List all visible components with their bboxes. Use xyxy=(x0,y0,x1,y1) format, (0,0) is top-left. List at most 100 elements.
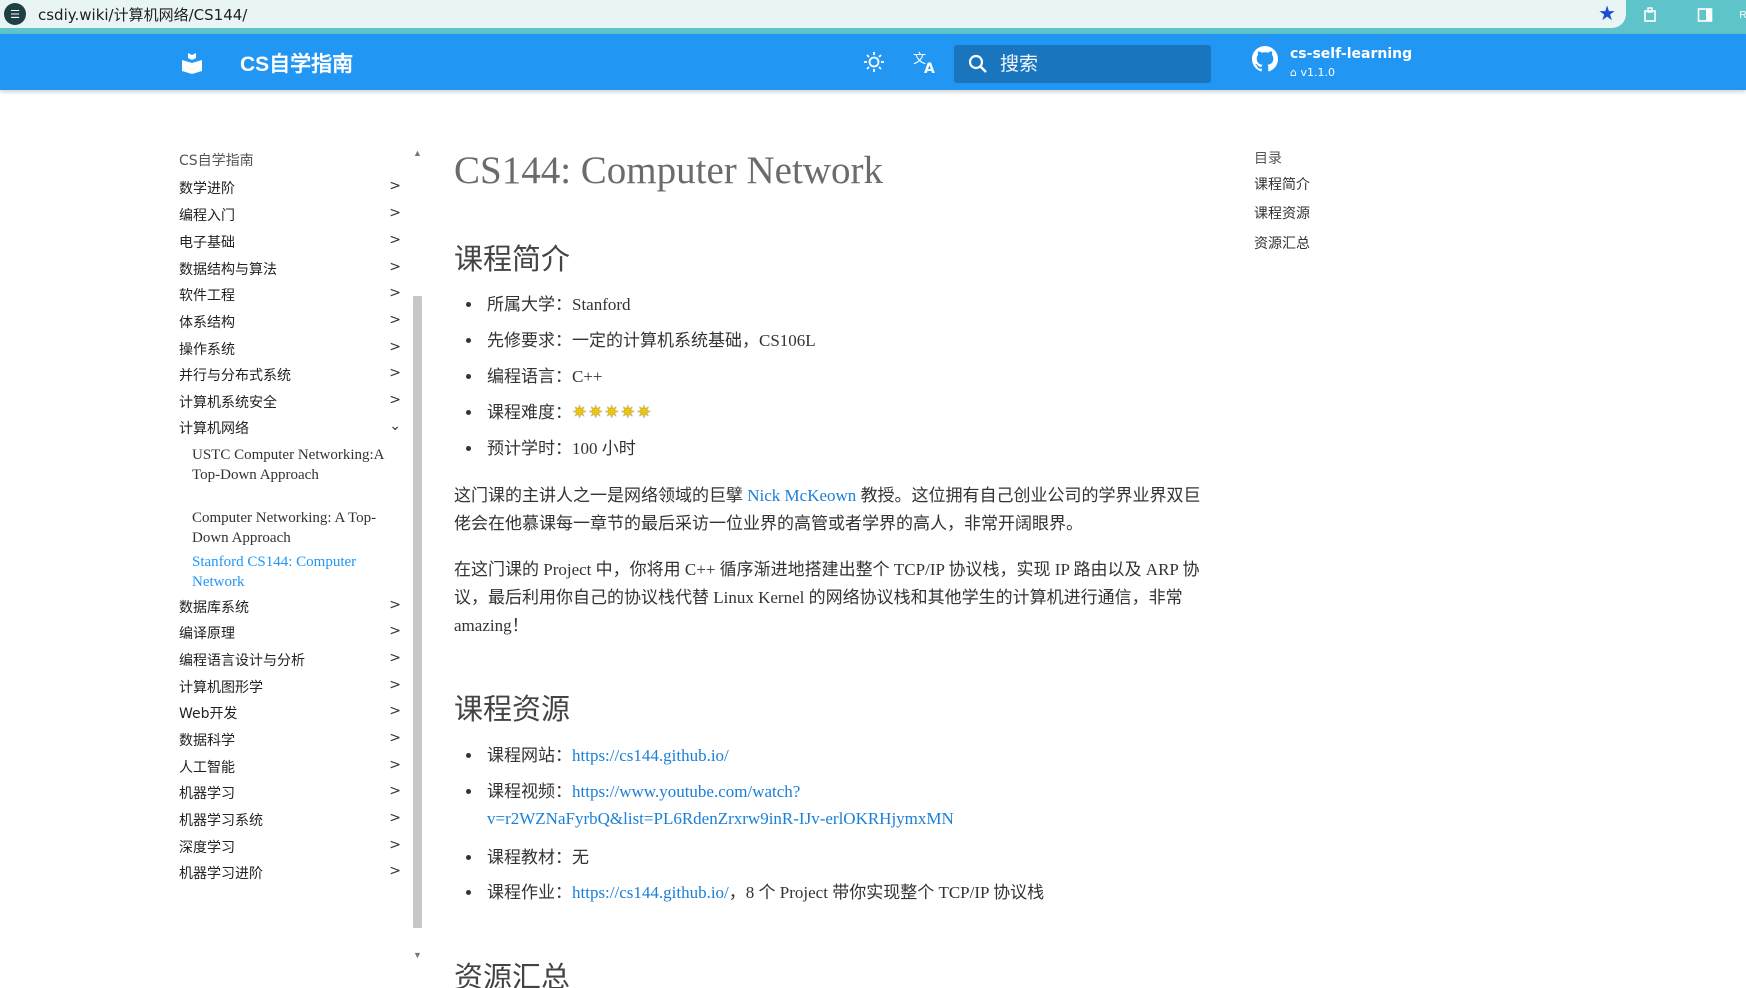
site-title[interactable]: CS自学指南 xyxy=(240,48,353,78)
chevron-right-icon: > xyxy=(389,677,401,693)
address-bar[interactable]: ☰ csdiy.wiki/计算机网络/CS144/ ★ xyxy=(0,0,1626,28)
sidebar-item-algorithms[interactable]: 数据结构与算法 > xyxy=(179,259,401,283)
profile-avatar[interactable]: R xyxy=(1732,4,1746,26)
chevron-right-icon: > xyxy=(389,863,401,879)
sidebar-item-programming[interactable]: 编程入门 > xyxy=(179,205,401,229)
nick-mckeown-link[interactable]: Nick McKeown xyxy=(747,486,856,505)
sidebar-item-label: 数学进阶 xyxy=(179,181,235,197)
translate-icon[interactable]: 文A xyxy=(912,48,940,76)
sidebar-item-ml-advanced[interactable]: 机器学习进阶 > xyxy=(179,863,401,887)
sidepanel-icon[interactable] xyxy=(1694,4,1716,26)
toc-title: 目录 xyxy=(1254,151,1282,167)
sidebar-item-label: 编程入门 xyxy=(179,208,235,224)
video-link-line2[interactable]: v=r2WZNaFyrbQ&list=PL6RdenZrxrw9inR-IJv-… xyxy=(487,809,954,828)
sidebar-item-deep-learning[interactable]: 深度学习 > xyxy=(179,837,401,861)
sidebar-item-os[interactable]: 操作系统 > xyxy=(179,339,401,363)
sidebar-item-architecture[interactable]: 体系结构 > xyxy=(179,312,401,336)
toc-item-resources[interactable]: 课程资源 xyxy=(1254,203,1310,223)
list-item-university: 所属大学：Stanford xyxy=(466,287,631,322)
chevron-right-icon: > xyxy=(389,757,401,773)
sidebar-item-label: 计算机系统安全 xyxy=(179,395,277,411)
sidebar-item-security[interactable]: 计算机系统安全 > xyxy=(179,392,401,416)
sidebar-item-electronics[interactable]: 电子基础 > xyxy=(179,232,401,256)
sidebar-item-networking[interactable]: 计算机网络 ⌄ xyxy=(179,418,401,442)
sidebar-subitem-ustc[interactable]: USTC Computer Networking:A Top-Down Appr… xyxy=(192,445,392,485)
sidebar-item-math[interactable]: 数学进阶 > xyxy=(179,178,401,202)
chevron-right-icon: > xyxy=(389,178,401,194)
sidebar-item-label: 机器学习进阶 xyxy=(179,866,263,882)
toc-item-summary[interactable]: 资源汇总 xyxy=(1254,233,1310,253)
video-link[interactable]: https://www.youtube.com/watch? xyxy=(572,782,800,801)
chevron-right-icon: > xyxy=(389,312,401,328)
sidebar-item-pl[interactable]: 编程语言设计与分析 > xyxy=(179,650,401,674)
book-logo-icon[interactable] xyxy=(180,51,204,75)
chevron-right-icon: > xyxy=(389,339,401,355)
search-box[interactable] xyxy=(954,45,1211,83)
chevron-right-icon: > xyxy=(389,285,401,301)
sidebar-item-label: Web开发 xyxy=(179,706,238,722)
website-label: 课程网站： xyxy=(487,746,572,765)
sidebar-item-software-eng[interactable]: 软件工程 > xyxy=(179,285,401,309)
list-item-website: 课程网站：https://cs144.github.io/ xyxy=(466,738,729,773)
sidebar-item-ml[interactable]: 机器学习 > xyxy=(179,783,401,807)
chevron-right-icon: > xyxy=(389,232,401,248)
sidebar-item-ai[interactable]: 人工智能 > xyxy=(179,757,401,781)
difficulty-stars-icon: ✷✷✷✷✷ xyxy=(572,402,653,422)
bookmark-star-icon[interactable]: ★ xyxy=(1598,3,1616,25)
video-link-continued[interactable]: v=r2WZNaFyrbQ&list=PL6RdenZrxrw9inR-IJv-… xyxy=(487,801,954,836)
github-icon xyxy=(1252,46,1278,72)
sidebar-item-ml-systems[interactable]: 机器学习系统 > xyxy=(179,810,401,834)
assignment-label: 课程作业： xyxy=(487,883,572,902)
website-link[interactable]: https://cs144.github.io/ xyxy=(572,746,729,765)
address-url[interactable]: csdiy.wiki/计算机网络/CS144/ xyxy=(38,4,247,25)
scroll-down-arrow[interactable]: ▼ xyxy=(413,950,422,960)
sidebar-item-label: 操作系统 xyxy=(179,342,235,358)
chevron-right-icon: > xyxy=(389,783,401,799)
list-item-textbook: 课程教材：无 xyxy=(466,840,589,875)
sidebar-item-distributed[interactable]: 并行与分布式系统 > xyxy=(179,365,401,389)
scroll-up-arrow[interactable]: ▲ xyxy=(413,148,422,158)
sidebar-title[interactable]: CS自学指南 xyxy=(179,150,254,170)
chevron-right-icon: > xyxy=(389,205,401,221)
sidebar-subitem-cs144[interactable]: Stanford CS144: Computer Network xyxy=(192,552,392,592)
sidebar-item-data-science[interactable]: 数据科学 > xyxy=(179,730,401,754)
intro-heading: 课程简介 xyxy=(454,244,571,276)
repo-version-text: v1.1.0 xyxy=(1300,66,1335,79)
sidebar-item-label: 数据库系统 xyxy=(179,600,249,616)
difficulty-label: 课程难度： xyxy=(487,403,572,422)
search-input[interactable] xyxy=(1000,45,1205,83)
extensions-icon[interactable] xyxy=(1640,4,1662,26)
repo-version: ⌂ v1.1.0 xyxy=(1290,66,1335,79)
sidebar-item-label: 编译原理 xyxy=(179,626,235,642)
sidebar-subitem-top-down[interactable]: Computer Networking: A Top-Down Approach xyxy=(192,508,392,548)
sidebar-item-label: 机器学习 xyxy=(179,786,235,802)
sidebar-nav: CS自学指南 数学进阶 > 编程入门 > 电子基础 > 数据结构与算法 > 软件工程 > … xyxy=(179,140,419,970)
repo-link[interactable]: cs-self-learning ⌂ v1.1.0 xyxy=(1252,46,1412,79)
resources-heading: 课程资源 xyxy=(454,694,571,726)
summary-heading: 资源汇总 xyxy=(454,962,571,988)
repo-name[interactable]: cs-self-learning xyxy=(1290,46,1412,62)
sidebar-item-database[interactable]: 数据库系统 > xyxy=(179,597,401,621)
sidebar-item-label: 编程语言设计与分析 xyxy=(179,653,305,669)
sidebar-scrollbar[interactable] xyxy=(413,296,422,928)
chevron-right-icon: > xyxy=(389,259,401,275)
list-item-difficulty: 课程难度：✷✷✷✷✷ xyxy=(465,395,653,430)
sidebar-item-compiler[interactable]: 编译原理 > xyxy=(179,623,401,647)
assignment-tail: ，8 个 Project 带你实现整个 TCP/IP 协议栈 xyxy=(728,883,1045,902)
sidebar-item-label: 深度学习 xyxy=(179,840,235,856)
para1-text-a: 这门课的主讲人之一是网络领域的巨擘 xyxy=(454,486,748,505)
sidebar-item-web[interactable]: Web开发 > xyxy=(179,703,401,727)
chevron-right-icon: > xyxy=(389,837,401,853)
sidebar-item-graphics[interactable]: 计算机图形学 > xyxy=(179,677,401,701)
site-header: CS自学指南 文A cs-self-learning ⌂ v1.1.0 xyxy=(0,34,1746,90)
sidebar-item-label: 数据结构与算法 xyxy=(179,262,277,278)
toc-item-intro[interactable]: 课程简介 xyxy=(1254,174,1310,194)
browser-toolbar: ☰ csdiy.wiki/计算机网络/CS144/ ★ R xyxy=(0,0,1746,34)
assignment-link[interactable]: https://cs144.github.io/ xyxy=(572,883,729,902)
intro-paragraph: 这门课的主讲人之一是网络领域的巨擘 Nick McKeown 教授。这位拥有自己… xyxy=(454,482,1214,538)
theme-toggle-icon[interactable] xyxy=(860,48,888,76)
list-item-language: 编程语言：C++ xyxy=(466,359,603,394)
chevron-right-icon: > xyxy=(389,810,401,826)
sidebar-item-label: 人工智能 xyxy=(179,760,235,776)
site-settings-icon[interactable]: ☰ xyxy=(4,3,26,25)
